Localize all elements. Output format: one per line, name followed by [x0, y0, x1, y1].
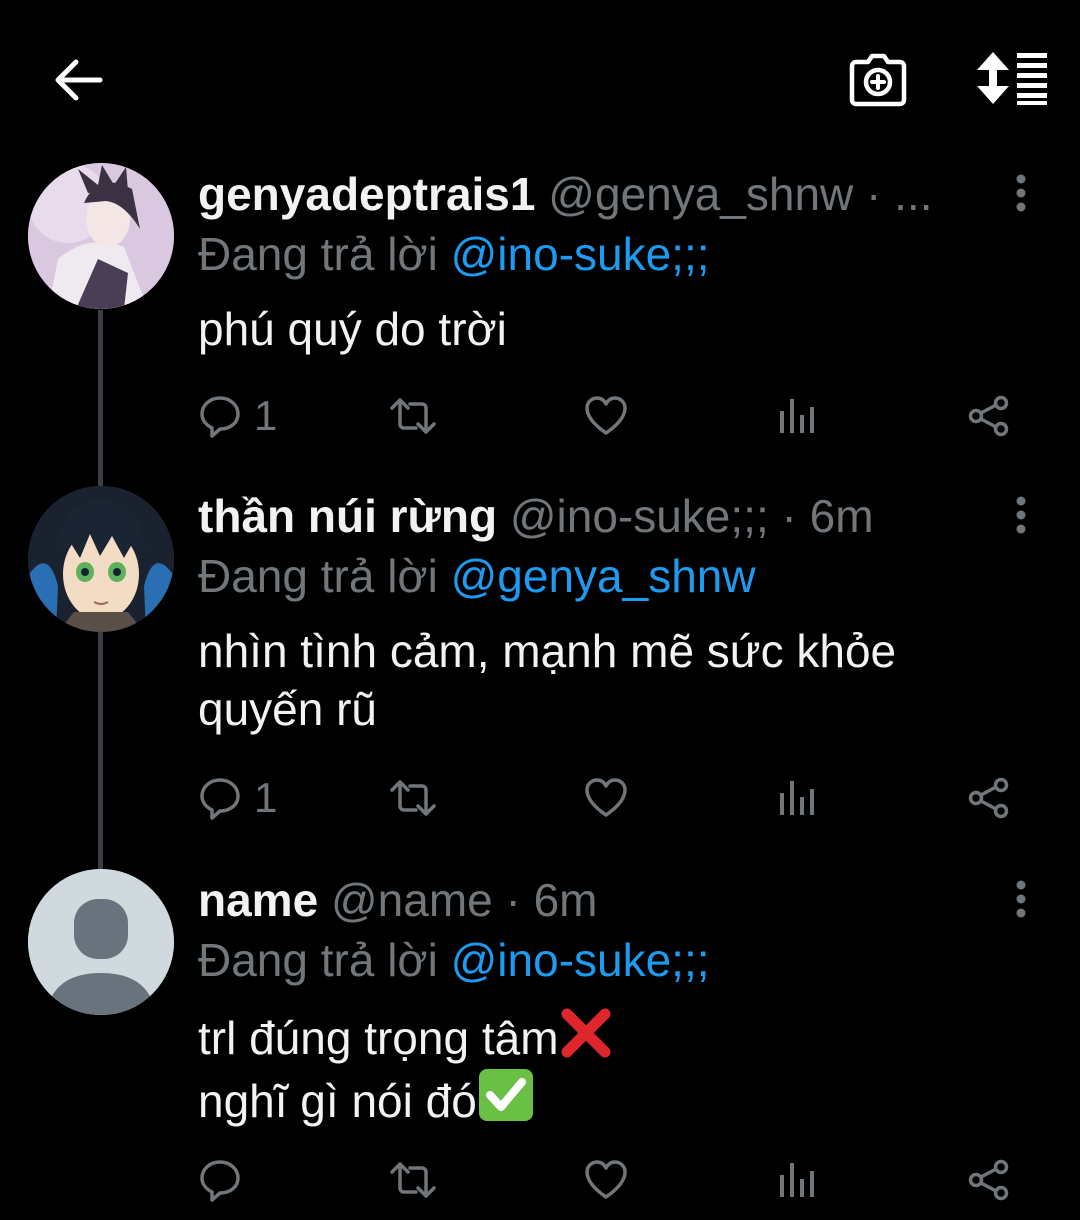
like-button[interactable] — [584, 768, 628, 828]
replying-to-label: Đang trả lời — [198, 550, 438, 602]
heart-icon — [585, 396, 627, 435]
tweet-text-line: trl đúng trọng tâm — [198, 1006, 613, 1067]
tweet-actions — [198, 1150, 1028, 1210]
retweet-button[interactable] — [388, 386, 438, 446]
more-options-button[interactable] — [1004, 492, 1038, 538]
vertical-ellipsis-icon — [1016, 174, 1026, 212]
share-icon — [968, 395, 1009, 437]
analytics-button[interactable] — [778, 1150, 816, 1210]
heart-icon — [585, 778, 627, 817]
reply-count: 1 — [254, 392, 278, 439]
bar-chart-icon — [780, 781, 814, 815]
avatar[interactable] — [28, 869, 174, 1015]
tweet-timestamp: · ... — [866, 168, 933, 220]
camera-button[interactable] — [846, 48, 910, 112]
sort-list-icon — [977, 52, 1047, 105]
replying-to-line: Đang trả lời @genya_shnw — [198, 548, 756, 604]
tweet-timestamp: · 6m — [505, 874, 598, 926]
reply-button[interactable] — [198, 1150, 242, 1210]
retweet-button[interactable] — [388, 768, 438, 828]
tweet-text-line: nhìn tình cảm, mạnh mẽ sức khỏe — [198, 625, 897, 677]
tweet-header: genyadeptrais1 @genya_shnw · ... — [198, 166, 933, 222]
heart-icon — [585, 1160, 627, 1199]
top-app-bar — [0, 0, 1080, 160]
display-name[interactable]: name — [198, 874, 318, 926]
share-button[interactable] — [968, 768, 1010, 828]
tweet-text: nhìn tình cảm, mạnh mẽ sức khỏe quyến rũ — [198, 622, 896, 738]
analytics-button[interactable] — [778, 386, 816, 446]
reply-count: 1 — [254, 774, 278, 821]
reply-bubble-icon — [200, 778, 240, 820]
tweet-text-line: phú quý do trời — [198, 303, 507, 355]
thread-connector-line — [98, 310, 103, 488]
retweet-icon — [390, 1162, 436, 1198]
mention-link[interactable]: @ino-suke;;; — [451, 934, 710, 986]
more-options-button[interactable] — [1004, 170, 1038, 216]
anime-character-avatar-image — [28, 486, 174, 632]
share-icon — [968, 777, 1009, 819]
retweet-icon — [390, 398, 436, 434]
cross-mark-emoji — [561, 1008, 611, 1058]
sort-button[interactable] — [974, 48, 1050, 108]
tweet-text: trl đúng trọng tâm nghĩ gì nói đó — [198, 1006, 613, 1130]
avatar[interactable] — [28, 486, 174, 632]
mention-link[interactable]: @ino-suke;;; — [451, 228, 710, 280]
replying-to-line: Đang trả lời @ino-suke;;; — [198, 932, 710, 988]
retweet-button[interactable] — [388, 1150, 438, 1210]
vertical-ellipsis-icon — [1016, 496, 1026, 534]
reply-button[interactable]: 1 — [198, 386, 277, 446]
tweet-text: phú quý do trời — [198, 300, 507, 358]
tweet-header: name @name · 6m — [198, 872, 598, 928]
replying-to-line: Đang trả lời @ino-suke;;; — [198, 226, 710, 282]
display-name[interactable]: genyadeptrais1 — [198, 168, 535, 220]
tweet-timestamp: · 6m — [781, 490, 874, 542]
tweet-actions: 1 — [198, 386, 1028, 446]
user-handle[interactable]: @name — [331, 874, 493, 926]
camera-plus-icon — [849, 53, 907, 107]
share-button[interactable] — [968, 386, 1010, 446]
share-icon — [968, 1159, 1009, 1201]
like-button[interactable] — [584, 1150, 628, 1210]
user-handle[interactable]: @ino-suke;;; — [510, 490, 769, 542]
reply-bubble-icon — [200, 396, 240, 438]
mention-link[interactable]: @genya_shnw — [451, 550, 756, 602]
tweet-text-segment: trl đúng trọng tâm — [198, 1012, 559, 1064]
analytics-button[interactable] — [778, 768, 816, 828]
arrow-left-icon — [55, 59, 103, 101]
retweet-icon — [390, 780, 436, 816]
back-button[interactable] — [48, 52, 108, 108]
display-name[interactable]: thần núi rừng — [198, 490, 497, 542]
thread-connector-line — [98, 632, 103, 870]
tweet-text-line: quyến rũ — [198, 683, 378, 735]
reply-button[interactable]: 1 — [198, 768, 277, 828]
tweet-header: thần núi rừng @ino-suke;;; · 6m — [198, 488, 874, 544]
share-button[interactable] — [968, 1150, 1010, 1210]
more-options-button[interactable] — [1004, 876, 1038, 922]
tweet-text-line: nghĩ gì nói đó — [198, 1067, 613, 1130]
avatar[interactable] — [28, 163, 174, 309]
vertical-ellipsis-icon — [1016, 880, 1026, 918]
replying-to-label: Đang trả lời — [198, 934, 438, 986]
replying-to-label: Đang trả lời — [198, 228, 438, 280]
check-mark-emoji — [478, 1069, 533, 1121]
bar-chart-icon — [780, 399, 814, 433]
reply-bubble-icon — [200, 1160, 240, 1202]
tweet-text-segment: nghĩ gì nói đó — [198, 1075, 477, 1127]
default-user-avatar-icon — [28, 869, 174, 1015]
user-handle[interactable]: @genya_shnw — [548, 168, 853, 220]
bar-chart-icon — [780, 1163, 814, 1197]
like-button[interactable] — [584, 386, 628, 446]
tweet-actions: 1 — [198, 768, 1028, 828]
anime-character-avatar-image — [28, 163, 174, 309]
